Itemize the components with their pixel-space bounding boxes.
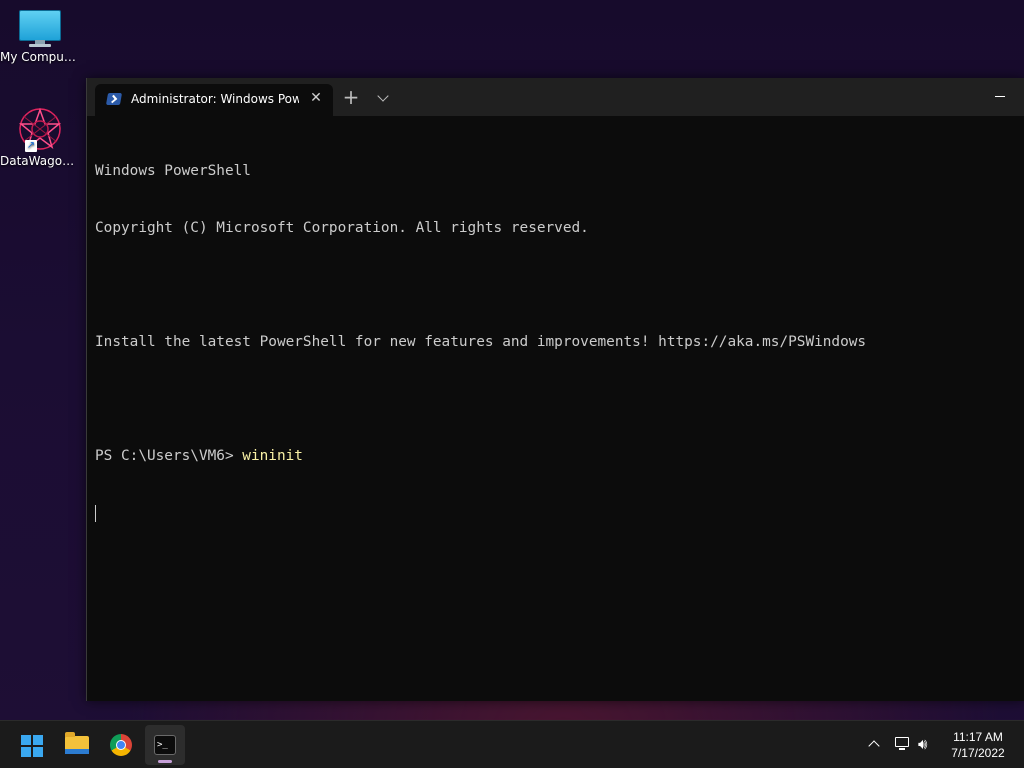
console-output[interactable]: Windows PowerShell Copyright (C) Microso… xyxy=(95,124,1017,693)
close-tab-icon[interactable]: ✕ xyxy=(307,89,325,107)
clock-date: 7/17/2022 xyxy=(951,746,1005,760)
chrome-icon xyxy=(110,734,132,756)
command-text: wininit xyxy=(242,448,303,464)
console-line: Windows PowerShell xyxy=(95,163,251,179)
console-line: Copyright (C) Microsoft Corporation. All… xyxy=(95,220,589,236)
shortcut-arrow-icon: ↗ xyxy=(25,140,37,152)
input-line[interactable] xyxy=(95,504,1017,523)
active-app-indicator xyxy=(158,760,172,763)
new-tab-button[interactable]: + xyxy=(341,87,361,108)
terminal-button[interactable]: >_ xyxy=(145,725,185,765)
monitor-icon xyxy=(18,10,62,48)
file-explorer-icon xyxy=(65,732,89,754)
chrome-button[interactable] xyxy=(101,725,141,765)
title-bar[interactable]: Administrator: Windows PowerShell ✕ + xyxy=(87,78,1024,116)
volume-icon[interactable]: 🔊︎ xyxy=(918,735,938,753)
desktop-icon-label: My Computer xyxy=(0,50,80,64)
powershell-icon xyxy=(105,93,123,105)
terminal-icon: >_ xyxy=(154,735,176,755)
system-clock[interactable]: 11:17 AM 7/17/2022 xyxy=(946,729,1010,761)
chevron-down-icon[interactable] xyxy=(373,88,393,108)
network-icon[interactable] xyxy=(894,736,912,752)
prompt-line: PS C:\Users\VM6> wininit xyxy=(95,447,1017,466)
terminal-window[interactable]: Administrator: Windows PowerShell ✕ + Wi… xyxy=(86,78,1024,701)
console-line: Install the latest PowerShell for new fe… xyxy=(95,334,867,350)
datawagon-app-icon: ↗ xyxy=(17,106,63,152)
minimize-button[interactable] xyxy=(993,86,1009,102)
desktop-icon-my-computer[interactable]: My Computer xyxy=(0,10,80,64)
show-hidden-icons-chevron-up-icon[interactable] xyxy=(866,737,882,753)
taskbar: >_ 🔊︎ 11:17 AM 7/17/2022 xyxy=(0,720,1024,768)
tab-title: Administrator: Windows PowerShell xyxy=(131,92,299,106)
prompt: PS C:\Users\VM6> xyxy=(95,448,243,464)
start-button[interactable] xyxy=(12,725,52,765)
file-explorer-button[interactable] xyxy=(57,725,97,765)
desktop-icon-datawagon[interactable]: ↗ DataWagon... xyxy=(0,106,80,168)
text-cursor xyxy=(95,505,96,522)
start-icon xyxy=(21,735,43,757)
tab-powershell[interactable]: Administrator: Windows PowerShell ✕ xyxy=(95,84,333,116)
desktop-icon-label: DataWagon... xyxy=(0,154,80,168)
clock-time: 11:17 AM xyxy=(953,730,1003,744)
